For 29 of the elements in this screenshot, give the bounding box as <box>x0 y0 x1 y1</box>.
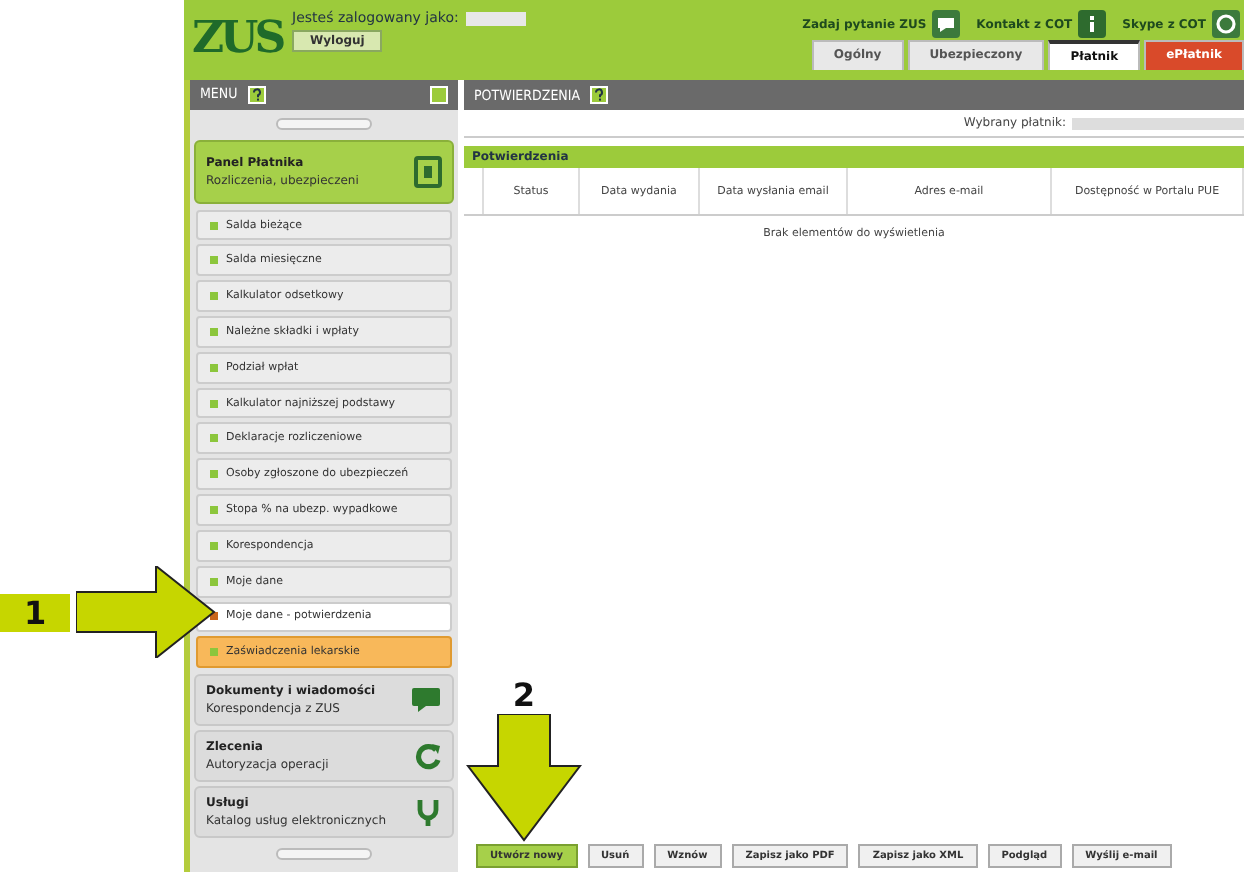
bullet-icon <box>210 327 218 336</box>
username-field <box>466 11 527 25</box>
bullet-icon <box>210 648 218 657</box>
info-icon <box>1078 10 1107 38</box>
speech-bubble-icon <box>410 686 442 715</box>
zus-logo: ZUS <box>192 12 280 64</box>
plug-icon <box>414 798 442 827</box>
bullet-icon <box>210 221 218 230</box>
callout-number: 1 <box>0 593 71 631</box>
bullet-icon <box>210 399 218 408</box>
scroll-handle[interactable] <box>276 117 372 130</box>
bullet-icon <box>210 292 218 301</box>
help-icon <box>590 86 609 104</box>
arrow-icon <box>466 714 582 842</box>
bullet-icon <box>210 434 218 443</box>
help-icon <box>247 85 266 104</box>
document-icon <box>414 155 442 188</box>
speech-bubble-icon <box>932 10 961 38</box>
bullet-icon <box>210 363 218 372</box>
scroll-handle[interactable] <box>276 848 372 861</box>
bullet-icon <box>210 470 218 479</box>
bullet-icon <box>210 506 218 515</box>
collapse-icon[interactable] <box>430 85 448 104</box>
callout-number: 2 <box>512 676 536 714</box>
bullet-icon <box>210 577 218 586</box>
arrow-icon <box>76 566 217 658</box>
bullet-icon <box>210 541 218 550</box>
refresh-icon <box>414 742 442 771</box>
bullet-icon <box>210 256 218 265</box>
